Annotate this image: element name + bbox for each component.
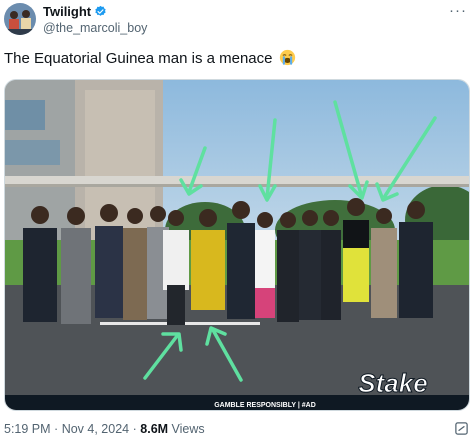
tweet-text: The Equatorial Guinea man is a menace	[4, 49, 296, 67]
tweet-time[interactable]: 5:19 PM	[4, 422, 51, 436]
stake-watermark: Stake	[358, 368, 427, 398]
meta-separator: ·	[54, 422, 59, 436]
meta-separator: ·	[132, 422, 137, 436]
tweet-meta: 5:19 PM · Nov 4, 2024 · 8.6M Views	[4, 422, 205, 436]
tweet-date[interactable]: Nov 4, 2024	[62, 422, 129, 436]
more-options-icon[interactable]: ···	[449, 2, 467, 19]
author-name[interactable]: Twilight	[43, 4, 91, 19]
tweet-body: The Equatorial Guinea man is a menace	[4, 50, 273, 67]
views-count: 8.6M	[140, 422, 169, 436]
avatar[interactable]	[4, 3, 36, 35]
gamble-responsibly-banner: GAMBLE RESPONSIBLY | #AD	[214, 402, 316, 409]
author-handle[interactable]: @the_marcoli_boy	[43, 21, 147, 35]
verified-badge-icon	[94, 5, 107, 18]
tweet-header: Twilight @the_marcoli_boy ···	[0, 0, 474, 40]
grok-icon[interactable]	[454, 421, 469, 436]
tweet-photo[interactable]: GAMBLE RESPONSIBLY | #AD Stake	[4, 79, 470, 411]
views-label: Views	[171, 422, 205, 436]
loudly-crying-face-icon	[279, 49, 296, 66]
